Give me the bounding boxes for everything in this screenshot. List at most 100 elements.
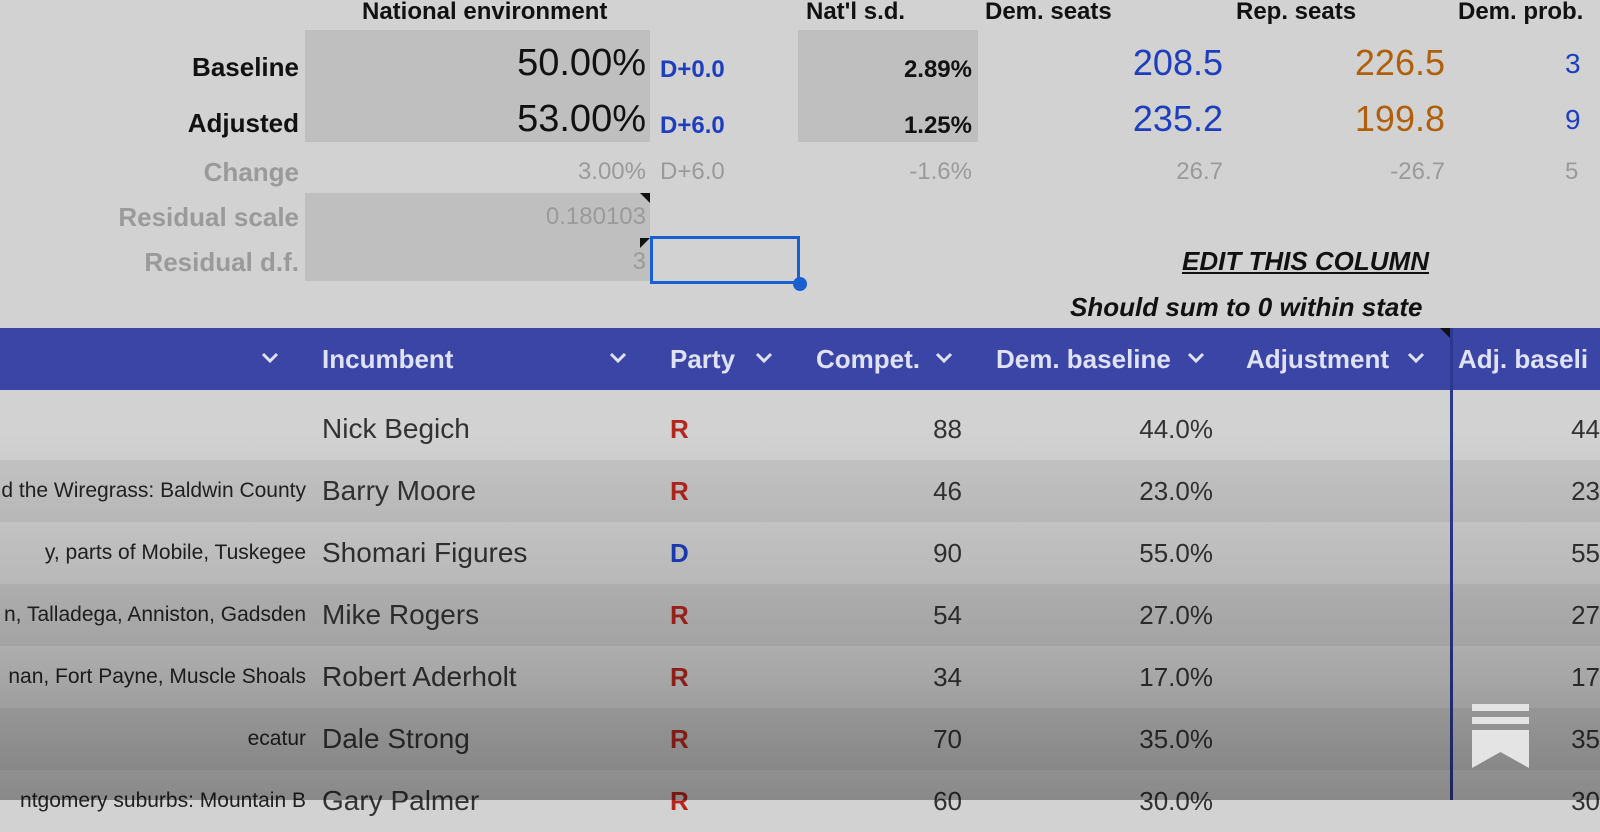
baseline-dem-seats: 208.5 xyxy=(1132,42,1223,83)
adjusted-dmargin: D+6.0 xyxy=(660,112,725,139)
column-header-party[interactable]: Party xyxy=(670,328,735,390)
adj-baseline-cell[interactable]: 44 xyxy=(1456,398,1600,460)
adjustment-cell[interactable] xyxy=(1226,708,1440,770)
selected-cell[interactable] xyxy=(650,236,800,284)
party-cell[interactable]: R xyxy=(670,646,730,708)
adjustment-cell[interactable] xyxy=(1226,646,1440,708)
incumbent-cell[interactable]: Robert Aderholt xyxy=(322,646,642,708)
dem-baseline-cell[interactable]: 17.0% xyxy=(1000,646,1213,708)
adj-baseline-cell[interactable]: 17 xyxy=(1456,646,1600,708)
change-dem-seats: 26.7 xyxy=(1176,158,1223,185)
chevron-down-icon[interactable] xyxy=(258,346,282,370)
column-header-adj-baseline[interactable]: Adj. baseli xyxy=(1458,328,1588,390)
party-cell[interactable]: R xyxy=(670,460,730,522)
column-header-adjustment[interactable]: Adjustment xyxy=(1246,328,1389,390)
note-marker xyxy=(1440,328,1450,338)
change-rep-seats: -26.7 xyxy=(1390,158,1445,185)
compet-cell[interactable]: 60 xyxy=(820,770,962,832)
baseline-env-value[interactable]: 50.00% xyxy=(380,42,646,85)
district-cell[interactable]: ecatur xyxy=(0,708,306,770)
adjustment-cell[interactable] xyxy=(1226,522,1440,584)
dem-baseline-cell[interactable]: 55.0% xyxy=(1000,522,1213,584)
baseline-sd[interactable]: 2.89% xyxy=(820,56,972,84)
header-dem-prob: Dem. prob. xyxy=(1458,0,1584,25)
chevron-down-icon[interactable] xyxy=(1404,346,1428,370)
table-row[interactable]: n, Talladega, Anniston, Gadsden Mike Roge… xyxy=(0,584,1600,646)
incumbent-cell[interactable]: Barry Moore xyxy=(322,460,642,522)
compet-cell[interactable]: 46 xyxy=(820,460,962,522)
change-dem-prob: 5 xyxy=(1565,158,1579,185)
party-cell[interactable]: R xyxy=(670,584,730,646)
fill-handle[interactable] xyxy=(793,277,807,291)
chevron-down-icon[interactable] xyxy=(1184,346,1208,370)
compet-cell[interactable]: 88 xyxy=(820,398,962,460)
column-header-incumbent[interactable]: Incumbent xyxy=(322,328,453,390)
dem-baseline-cell[interactable]: 23.0% xyxy=(1000,460,1213,522)
residual-scale-label: Residual scale xyxy=(118,202,299,232)
note-marker xyxy=(640,193,650,203)
incumbent-cell[interactable]: Gary Palmer xyxy=(322,770,642,832)
adjustment-cell[interactable] xyxy=(1226,770,1440,832)
bookmark-logo-icon xyxy=(1472,704,1529,768)
table-row[interactable]: Nick Begich R 88 44.0% 44 xyxy=(0,398,1600,460)
adjusted-env-value[interactable]: 53.00% xyxy=(380,98,646,141)
compet-cell[interactable]: 90 xyxy=(820,522,962,584)
column-header-compet[interactable]: Compet. xyxy=(816,328,920,390)
incumbent-cell[interactable]: Dale Strong xyxy=(322,708,642,770)
adj-baseline-cell[interactable]: 27 xyxy=(1456,584,1600,646)
incumbent-cell[interactable]: Nick Begich xyxy=(322,398,642,460)
party-cell[interactable]: R xyxy=(670,708,730,770)
district-cell[interactable]: y, parts of Mobile, Tuskegee xyxy=(0,522,306,584)
party-cell[interactable]: D xyxy=(670,522,730,584)
change-label: Change xyxy=(203,157,299,187)
adjustment-cell[interactable] xyxy=(1226,460,1440,522)
adj-baseline-cell[interactable]: 55 xyxy=(1456,522,1600,584)
residual-scale-value[interactable]: 0.180103 xyxy=(480,203,646,231)
incumbent-cell[interactable]: Mike Rogers xyxy=(322,584,642,646)
incumbent-cell[interactable]: Shomari Figures xyxy=(322,522,642,584)
residual-df-value[interactable]: 3 xyxy=(480,248,646,276)
adj-baseline-cell[interactable]: 23 xyxy=(1456,460,1600,522)
dem-baseline-cell[interactable]: 30.0% xyxy=(1000,770,1213,832)
district-cell[interactable]: n, Talladega, Anniston, Gadsden xyxy=(0,584,306,646)
table-row[interactable]: nan, Fort Payne, Muscle Shoals Robert Ade… xyxy=(0,646,1600,708)
adjusted-dem-prob: 9 xyxy=(1565,104,1581,135)
dem-baseline-cell[interactable]: 27.0% xyxy=(1000,584,1213,646)
spreadsheet: National environment Nat'l s.d. Dem. sea… xyxy=(0,0,1600,832)
adjustment-cell[interactable] xyxy=(1226,584,1440,646)
compet-cell[interactable]: 70 xyxy=(820,708,962,770)
dem-baseline-cell[interactable]: 44.0% xyxy=(1000,398,1213,460)
header-national-environment: National environment xyxy=(362,0,608,25)
dem-baseline-cell[interactable]: 35.0% xyxy=(1000,708,1213,770)
frozen-column-divider xyxy=(1450,328,1453,800)
chevron-down-icon[interactable] xyxy=(932,346,956,370)
residual-df-label: Residual d.f. xyxy=(144,247,299,277)
column-header-dem-baseline[interactable]: Dem. baseline xyxy=(996,328,1171,390)
adjusted-dem-seats: 235.2 xyxy=(1132,98,1223,139)
district-cell[interactable]: ntgomery suburbs: Mountain B xyxy=(0,770,306,832)
chevron-down-icon[interactable] xyxy=(606,346,630,370)
adjustment-cell[interactable] xyxy=(1226,398,1440,460)
table-row[interactable]: ecatur Dale Strong R 70 35.0% 35 xyxy=(0,708,1600,770)
chevron-down-icon[interactable] xyxy=(752,346,776,370)
compet-cell[interactable]: 34 xyxy=(820,646,962,708)
district-cell[interactable]: nan, Fort Payne, Muscle Shoals xyxy=(0,646,306,708)
party-cell[interactable]: R xyxy=(670,770,730,832)
table-row[interactable]: d the Wiregrass: Baldwin County Barry Moo… xyxy=(0,460,1600,522)
baseline-label: Baseline xyxy=(192,52,299,82)
adjusted-rep-seats: 199.8 xyxy=(1354,98,1445,139)
adjusted-sd[interactable]: 1.25% xyxy=(820,112,972,140)
change-env: 3.00% xyxy=(577,158,646,185)
compet-cell[interactable]: 54 xyxy=(820,584,962,646)
table-row[interactable]: ntgomery suburbs: Mountain B Gary Palmer R… xyxy=(0,770,1600,832)
adjusted-label: Adjusted xyxy=(187,108,299,138)
table-row[interactable]: y, parts of Mobile, Tuskegee Shomari Figu… xyxy=(0,522,1600,584)
party-cell[interactable]: R xyxy=(670,398,730,460)
change-dmargin: D+6.0 xyxy=(660,158,725,185)
district-cell[interactable]: d the Wiregrass: Baldwin County xyxy=(0,460,306,522)
note-marker xyxy=(640,238,650,248)
header-natl-sd: Nat'l s.d. xyxy=(806,0,906,25)
baseline-rep-seats: 226.5 xyxy=(1354,42,1445,83)
district-cell[interactable] xyxy=(0,398,306,460)
adj-baseline-cell[interactable]: 30 xyxy=(1456,770,1600,832)
